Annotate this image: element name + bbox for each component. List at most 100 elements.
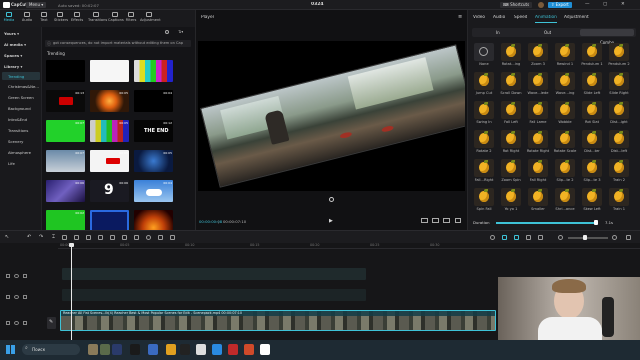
media-thumb[interactable]: 00:13: [46, 90, 85, 112]
taskbar-app-icon[interactable]: [260, 344, 270, 355]
media-thumb[interactable]: [134, 210, 173, 232]
marker-icon[interactable]: [98, 235, 103, 240]
animation-option[interactable]: [501, 72, 521, 90]
animation-option[interactable]: [474, 188, 494, 206]
track-audio-icon[interactable]: [23, 321, 27, 325]
duration-slider[interactable]: [496, 222, 596, 224]
taskbar-app-icon[interactable]: [244, 344, 254, 355]
undo-icon[interactable]: ↶: [27, 234, 31, 240]
animation-option[interactable]: [555, 101, 575, 119]
nav-library[interactable]: Library ▾: [4, 64, 22, 69]
animation-option[interactable]: [528, 72, 548, 90]
close-icon[interactable]: ✕: [621, 2, 625, 7]
tool-text[interactable]: Text: [38, 12, 50, 25]
tool-filters[interactable]: Filters: [125, 12, 137, 25]
taskbar-app-icon[interactable]: [88, 344, 98, 355]
media-thumb[interactable]: 00:02: [46, 210, 85, 232]
link-icon[interactable]: [514, 235, 519, 240]
media-thumb[interactable]: 00:07: [46, 150, 85, 172]
rotated-video-frame[interactable]: [200, 44, 465, 188]
duration-slider-handle[interactable]: [594, 220, 598, 225]
zoom-slider[interactable]: [568, 237, 608, 239]
nav-life[interactable]: Life: [8, 161, 15, 166]
playhead[interactable]: [71, 243, 72, 340]
snap-icon[interactable]: [538, 235, 543, 240]
animation-option[interactable]: [609, 188, 629, 206]
filter-icon[interactable]: ⇅▾: [178, 29, 183, 34]
avatar[interactable]: [538, 2, 544, 8]
nav-intro-end[interactable]: Intro&End: [8, 117, 27, 122]
split-icon[interactable]: ⌶: [52, 234, 55, 240]
export-button[interactable]: ⇪ Export: [548, 2, 572, 8]
taskbar-app-icon[interactable]: [212, 344, 222, 355]
overlay-track[interactable]: [62, 268, 366, 280]
shortcuts-button[interactable]: ⌨ Shortcuts: [500, 2, 533, 8]
redo-icon[interactable]: ↷: [39, 234, 43, 240]
track-eye-icon[interactable]: [14, 295, 19, 299]
crop-tool-icon[interactable]: [158, 235, 163, 240]
nav-background[interactable]: Background: [8, 106, 31, 111]
ratio-icon[interactable]: [443, 218, 450, 223]
animation-option[interactable]: [474, 130, 494, 148]
select-cursor-icon[interactable]: ↖: [5, 234, 9, 240]
animation-option[interactable]: [501, 188, 521, 206]
player-menu-icon[interactable]: ≡: [458, 14, 462, 20]
mic-icon[interactable]: [490, 235, 495, 240]
tab-video[interactable]: Video: [473, 15, 485, 20]
search-icon[interactable]: [165, 30, 169, 34]
animation-option[interactable]: [582, 159, 602, 177]
animation-option[interactable]: [582, 188, 602, 206]
animation-option[interactable]: [528, 159, 548, 177]
tab-audio[interactable]: Audio: [493, 15, 505, 20]
media-thumb[interactable]: 00:05: [90, 90, 129, 112]
windows-start-icon[interactable]: [6, 345, 15, 354]
animation-option[interactable]: [528, 43, 548, 61]
mirror-icon[interactable]: [134, 235, 139, 240]
media-thumb[interactable]: [46, 60, 85, 82]
media-thumb[interactable]: 00:04: [134, 180, 173, 202]
freeze-icon[interactable]: [110, 235, 115, 240]
media-thumb[interactable]: 00:07: [46, 120, 85, 142]
tab-speed[interactable]: Speed: [514, 15, 527, 20]
zoom-in-icon[interactable]: [612, 235, 617, 240]
taskbar-app-icon[interactable]: [166, 344, 176, 355]
nav-yours[interactable]: Yours ▾: [4, 31, 19, 36]
taskbar-app-icon[interactable]: [100, 344, 110, 355]
track-lock-icon[interactable]: [6, 321, 10, 325]
nav-trending[interactable]: Trending: [8, 74, 24, 79]
maximize-icon[interactable]: ▢: [603, 2, 607, 7]
reverse-icon[interactable]: [122, 235, 127, 240]
auto-reframe-icon[interactable]: [170, 235, 175, 240]
zoom-slider-handle[interactable]: [583, 235, 587, 240]
minimize-icon[interactable]: —: [585, 2, 590, 7]
subtab-out[interactable]: Out: [544, 30, 551, 35]
tool-stickers[interactable]: Stickers: [54, 12, 68, 25]
tool-audio[interactable]: Audio: [21, 12, 33, 25]
track-lock-icon[interactable]: [6, 274, 10, 278]
track-eye-icon[interactable]: [14, 321, 19, 325]
animation-option[interactable]: [555, 43, 575, 61]
nav-ai-media[interactable]: AI media ▾: [4, 42, 26, 47]
animation-option[interactable]: [501, 101, 521, 119]
text-track[interactable]: [62, 289, 366, 301]
cover-button[interactable]: ✎: [47, 317, 56, 329]
animation-option[interactable]: [501, 159, 521, 177]
nav-spaces[interactable]: Spaces ▾: [4, 53, 22, 58]
media-thumb[interactable]: 00:04: [134, 90, 173, 112]
preview-axis-icon[interactable]: [526, 235, 531, 240]
animation-option[interactable]: [609, 43, 629, 61]
nav-scenery[interactable]: Scenery: [8, 139, 23, 144]
track-audio-icon[interactable]: [23, 295, 27, 299]
animation-option[interactable]: [528, 188, 548, 206]
split-left-icon[interactable]: [62, 235, 67, 240]
taskbar-app-icon[interactable]: [130, 344, 140, 355]
subtab-in[interactable]: In: [496, 30, 500, 35]
animation-none-option[interactable]: [474, 43, 494, 61]
nav-christmas[interactable]: Christmas&Ne...: [8, 84, 39, 89]
nav-green-screen[interactable]: Green Screen: [8, 95, 34, 100]
tool-adjustment[interactable]: Adjustment: [140, 12, 161, 25]
menu-button[interactable]: Menu ▾: [26, 2, 47, 8]
animation-option[interactable]: [474, 72, 494, 90]
media-thumb[interactable]: 00:06: [46, 180, 85, 202]
fit-timeline-icon[interactable]: [626, 235, 631, 240]
